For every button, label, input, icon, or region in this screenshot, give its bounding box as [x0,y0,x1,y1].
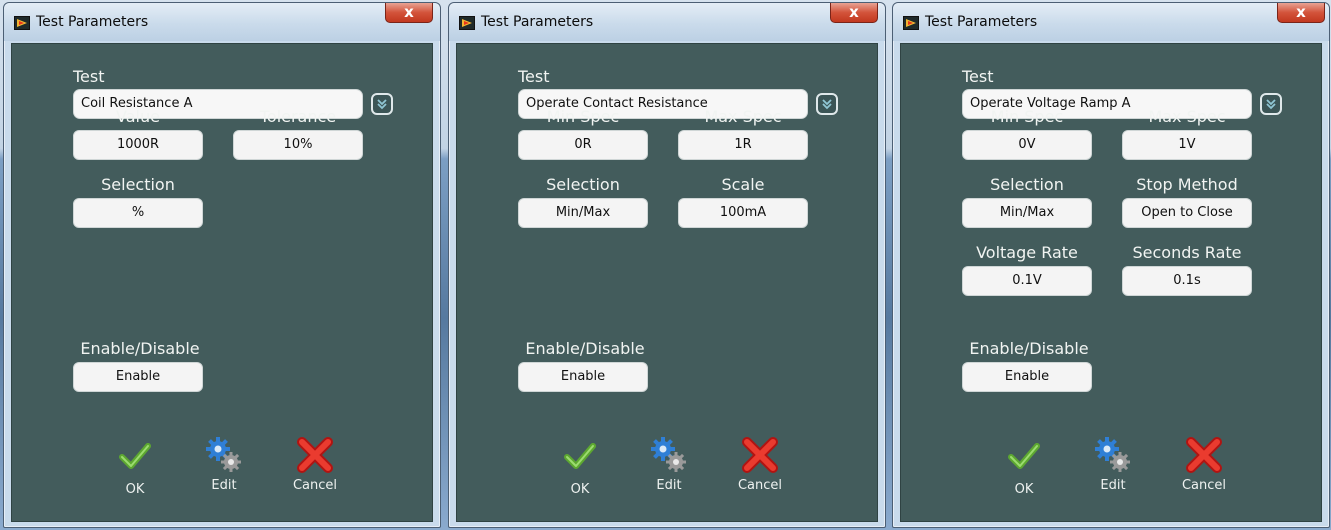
field-label: Tolerance [259,107,337,126]
enable-disable-label: Enable/Disable [80,339,200,358]
field-value[interactable]: 1V [1122,130,1252,160]
labview-run-icon [459,16,475,30]
field-label: Seconds Rate [1132,243,1242,262]
cancel-label: Cancel [1181,478,1227,493]
close-button[interactable]: x [830,3,878,23]
window-title: Test Parameters [36,14,149,30]
field-value[interactable]: 0.1V [962,266,1092,296]
field-value[interactable]: 0.1s [1122,266,1252,296]
field-value[interactable]: Min/Max [962,198,1092,228]
enable-disable-label: Enable/Disable [969,339,1089,358]
edit-button[interactable]: Edit [202,436,246,500]
cancel-label: Cancel [292,478,338,493]
gears-icon [651,437,686,472]
dropdown-button[interactable] [1260,93,1282,115]
enable-disable-field[interactable]: Enable [73,362,203,392]
field-value[interactable]: 1R [678,130,808,160]
red-x-icon [297,437,333,473]
field-label: Scale [721,175,765,194]
field-label: Selection [101,175,175,194]
edit-label: Edit [1100,478,1126,493]
field-label: Voltage Rate [976,243,1078,262]
field-label: Min Spec [990,107,1064,126]
field-label: Selection [990,175,1064,194]
labview-run-icon [14,16,30,30]
cancel-button[interactable]: Cancel [1177,436,1231,500]
field-value[interactable]: Min/Max [518,198,648,228]
test-parameters-window: Test Parameters x Test Coil Resistance A… [3,2,441,528]
field-label: Value [116,107,160,126]
field-value[interactable]: 100mA [678,198,808,228]
edit-button[interactable]: Edit [1091,436,1135,500]
double-chevron-down-icon [1266,99,1276,110]
red-x-icon [742,437,778,473]
field-value[interactable]: % [73,198,203,228]
cancel-label: Cancel [737,478,783,493]
ok-label: OK [570,482,590,497]
field-label: Max Spec [1148,107,1226,126]
ok-button[interactable]: OK [558,440,602,500]
parameters-panel: Test Coil Resistance A Value 1000R Toleran… [11,43,433,522]
enable-disable-field[interactable]: Enable [962,362,1092,392]
field-value[interactable]: 1000R [73,130,203,160]
parameters-panel: Test Operate Voltage Ramp A Min Spec 0V Ma… [900,43,1322,522]
edit-label: Edit [211,478,237,493]
field-label: Max Spec [704,107,782,126]
ok-button[interactable]: OK [113,440,157,500]
field-label: Stop Method [1136,175,1238,194]
title-bar[interactable]: Test Parameters x [4,3,440,41]
cancel-button[interactable]: Cancel [288,436,342,500]
field-label: Selection [546,175,620,194]
test-parameters-window: Test Parameters x Test Operate Contact R… [448,2,886,528]
test-label: Test [962,67,994,86]
test-parameters-window: Test Parameters x Test Operate Voltage R… [892,2,1330,528]
edit-button[interactable]: Edit [647,436,691,500]
double-chevron-down-icon [822,99,832,110]
double-chevron-down-icon [377,99,387,110]
close-button[interactable]: x [385,3,433,23]
close-button[interactable]: x [1277,3,1325,23]
test-label: Test [518,67,550,86]
ok-button[interactable]: OK [1002,440,1046,500]
dropdown-button[interactable] [816,93,838,115]
ok-label: OK [125,482,145,497]
window-title: Test Parameters [481,14,594,30]
green-checkmark-icon [119,443,151,469]
title-bar[interactable]: Test Parameters x [449,3,885,41]
parameters-panel: Test Operate Contact Resistance Min Spec… [456,43,878,522]
green-checkmark-icon [1008,443,1040,469]
field-value[interactable]: 0R [518,130,648,160]
dropdown-button[interactable] [371,93,393,115]
enable-disable-label: Enable/Disable [525,339,645,358]
gears-icon [1095,437,1130,472]
field-value[interactable]: 0V [962,130,1092,160]
gears-icon [206,437,241,472]
test-label: Test [73,67,105,86]
field-value[interactable]: 10% [233,130,363,160]
ok-label: OK [1014,482,1034,497]
cancel-button[interactable]: Cancel [733,436,787,500]
labview-run-icon [903,16,919,30]
red-x-icon [1186,437,1222,473]
enable-disable-field[interactable]: Enable [518,362,648,392]
edit-label: Edit [656,478,682,493]
window-title: Test Parameters [925,14,1038,30]
green-checkmark-icon [564,443,596,469]
field-value[interactable]: Open to Close [1122,198,1252,228]
field-label: Min Spec [546,107,620,126]
title-bar[interactable]: Test Parameters x [893,3,1329,41]
